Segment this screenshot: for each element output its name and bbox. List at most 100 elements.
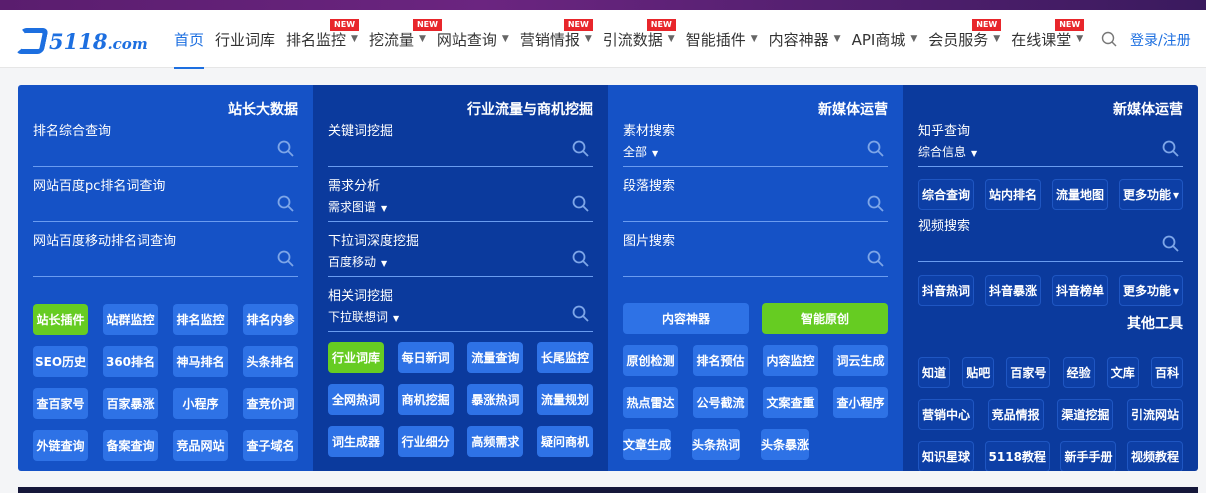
tool-button[interactable]: 更多功能 ▾ xyxy=(1118,275,1183,306)
search-field[interactable]: 素材搜索 全部 ▼ xyxy=(623,122,888,167)
tool-button[interactable]: 流量查询 xyxy=(467,342,524,373)
tool-button[interactable]: 排名预估 xyxy=(693,345,748,376)
tool-button[interactable]: 高频需求 xyxy=(467,426,524,457)
tool-button[interactable]: 贴吧 xyxy=(962,357,995,388)
tool-button[interactable]: 知识星球 xyxy=(918,441,975,471)
tool-button[interactable]: 360排名 xyxy=(103,346,158,377)
top-banner[interactable] xyxy=(0,0,1206,10)
tool-button[interactable]: 竞品网站 xyxy=(173,430,228,461)
tool-button[interactable]: 百家号 xyxy=(1006,357,1051,388)
tool-button[interactable]: 引流网站 xyxy=(1126,399,1183,430)
search-field[interactable]: 知乎查询 综合信息 ▼ xyxy=(918,122,1183,167)
search-icon[interactable] xyxy=(277,250,294,267)
tool-button[interactable]: 流量规划 xyxy=(536,384,593,415)
search-icon[interactable] xyxy=(277,140,294,157)
search-icon[interactable] xyxy=(1162,235,1179,252)
search-field[interactable]: 需求分析 需求图谱 ▼ xyxy=(328,177,593,222)
nav-item-4[interactable]: 网站查询 ▼ xyxy=(437,10,509,68)
tool-button[interactable]: 外链查询 xyxy=(33,430,88,461)
search-field[interactable]: 网站百度pc排名词查询 xyxy=(33,177,298,222)
tool-button[interactable]: 文章生成 xyxy=(623,429,671,460)
search-icon[interactable] xyxy=(572,140,589,157)
tool-button[interactable]: 查子域名 xyxy=(243,430,298,461)
tool-button[interactable]: 文案查重 xyxy=(763,387,818,418)
nav-item-6[interactable]: 引流数据 ▼ NEW xyxy=(603,10,676,68)
tool-button[interactable]: 站内排名 xyxy=(984,179,1041,210)
tool-button[interactable]: SEO历史 xyxy=(33,346,88,377)
tool-button[interactable]: 小程序 xyxy=(173,388,228,419)
nav-item-7[interactable]: 智能插件 ▼ xyxy=(686,10,758,68)
field-type-dropdown[interactable]: 百度移动 ▼ xyxy=(328,252,593,274)
nav-item-8[interactable]: 内容神器 ▼ xyxy=(769,10,841,68)
tool-button[interactable]: 流量地图 xyxy=(1051,179,1108,210)
search-field[interactable]: 网站百度移动排名词查询 xyxy=(33,232,298,277)
nav-item-2[interactable]: 排名监控 ▼ NEW xyxy=(286,10,360,68)
search-field[interactable]: 段落搜索 xyxy=(623,177,888,222)
tool-button[interactable]: 站群监控 xyxy=(103,304,158,335)
logo[interactable]: 5118.com xyxy=(15,26,148,56)
tool-button[interactable]: 内容神器 xyxy=(623,303,749,334)
search-icon[interactable] xyxy=(572,305,589,322)
tool-button[interactable]: 查小程序 xyxy=(833,387,888,418)
tool-button[interactable]: 行业词库 xyxy=(328,342,384,373)
tool-button[interactable]: 5118教程 xyxy=(984,441,1050,471)
tool-button[interactable]: 抖音暴涨 xyxy=(984,275,1041,306)
tool-button[interactable]: 抖音热词 xyxy=(918,275,975,306)
tool-button[interactable]: 公号截流 xyxy=(693,387,748,418)
tool-button[interactable]: 新手手册 xyxy=(1060,441,1117,471)
tool-button[interactable]: 全网热词 xyxy=(328,384,384,415)
tool-button[interactable]: 热点雷达 xyxy=(623,387,678,418)
tool-button[interactable]: 查竞价词 xyxy=(243,388,298,419)
tool-button[interactable]: 更多功能 ▾ xyxy=(1118,179,1183,210)
nav-item-0[interactable]: 首页 xyxy=(174,10,205,69)
search-icon[interactable] xyxy=(1101,31,1117,47)
tool-button[interactable]: 经验 xyxy=(1062,357,1095,388)
tool-button[interactable]: 行业细分 xyxy=(397,426,454,457)
search-field[interactable]: 关键词挖掘 xyxy=(328,122,593,167)
nav-item-5[interactable]: 营销情报 ▼ NEW xyxy=(520,10,593,68)
tool-button[interactable]: 百家暴涨 xyxy=(103,388,158,419)
tool-button[interactable]: 查百家号 xyxy=(33,388,88,419)
tool-button[interactable]: 商机挖掘 xyxy=(397,384,454,415)
field-type-dropdown[interactable]: 需求图谱 ▼ xyxy=(328,197,593,219)
tool-button[interactable]: 竞品情报 xyxy=(987,399,1044,430)
tool-button[interactable]: 长尾监控 xyxy=(536,342,593,373)
search-icon[interactable] xyxy=(277,195,294,212)
tool-button[interactable]: 词云生成 xyxy=(833,345,888,376)
search-icon[interactable] xyxy=(572,195,589,212)
tool-button[interactable]: 神马排名 xyxy=(173,346,228,377)
tool-button[interactable]: 站长插件 xyxy=(33,304,88,335)
field-type-dropdown[interactable]: 全部 ▼ xyxy=(623,142,888,164)
search-field[interactable]: 图片搜索 xyxy=(623,232,888,277)
tool-button[interactable]: 头条热词 xyxy=(692,429,740,460)
tool-button[interactable]: 排名监控 xyxy=(173,304,228,335)
tool-button[interactable]: 头条排名 xyxy=(243,346,298,377)
tool-button[interactable]: 头条暴涨 xyxy=(761,429,809,460)
tool-button[interactable]: 每日新词 xyxy=(397,342,454,373)
search-icon[interactable] xyxy=(867,250,884,267)
tool-button[interactable]: 词生成器 xyxy=(328,426,384,457)
login-register-link[interactable]: 登录/注册 xyxy=(1130,30,1191,50)
search-icon[interactable] xyxy=(1162,140,1179,157)
nav-item-3[interactable]: 挖流量 ▼ NEW xyxy=(369,10,442,68)
tool-button[interactable]: 暴涨热词 xyxy=(467,384,524,415)
tool-button[interactable]: 知道 xyxy=(918,357,951,388)
nav-item-1[interactable]: 行业词库 xyxy=(215,10,275,68)
nav-item-9[interactable]: API商城 ▼ xyxy=(852,10,918,68)
tool-button[interactable]: 抖音榜单 xyxy=(1051,275,1108,306)
search-icon[interactable] xyxy=(867,195,884,212)
tool-button[interactable]: 疑问商机 xyxy=(536,426,593,457)
tool-button[interactable]: 备案查询 xyxy=(103,430,158,461)
search-field[interactable]: 相关词挖掘 下拉联想词 ▼ xyxy=(328,287,593,332)
nav-item-11[interactable]: 在线课堂 ▼ NEW xyxy=(1011,10,1085,68)
field-type-dropdown[interactable]: 综合信息 ▼ xyxy=(918,142,1183,164)
search-field[interactable]: 视频搜索 xyxy=(918,217,1183,262)
tool-button[interactable]: 内容监控 xyxy=(763,345,818,376)
nav-item-10[interactable]: 会员服务 ▼ NEW xyxy=(928,10,1002,68)
tool-button[interactable]: 综合查询 xyxy=(918,179,975,210)
search-icon[interactable] xyxy=(572,250,589,267)
tool-button[interactable]: 文库 xyxy=(1106,357,1139,388)
tool-button[interactable]: 智能原创 xyxy=(762,303,888,334)
tool-button[interactable]: 排名内参 xyxy=(243,304,298,335)
tool-button[interactable]: 营销中心 xyxy=(918,399,975,430)
